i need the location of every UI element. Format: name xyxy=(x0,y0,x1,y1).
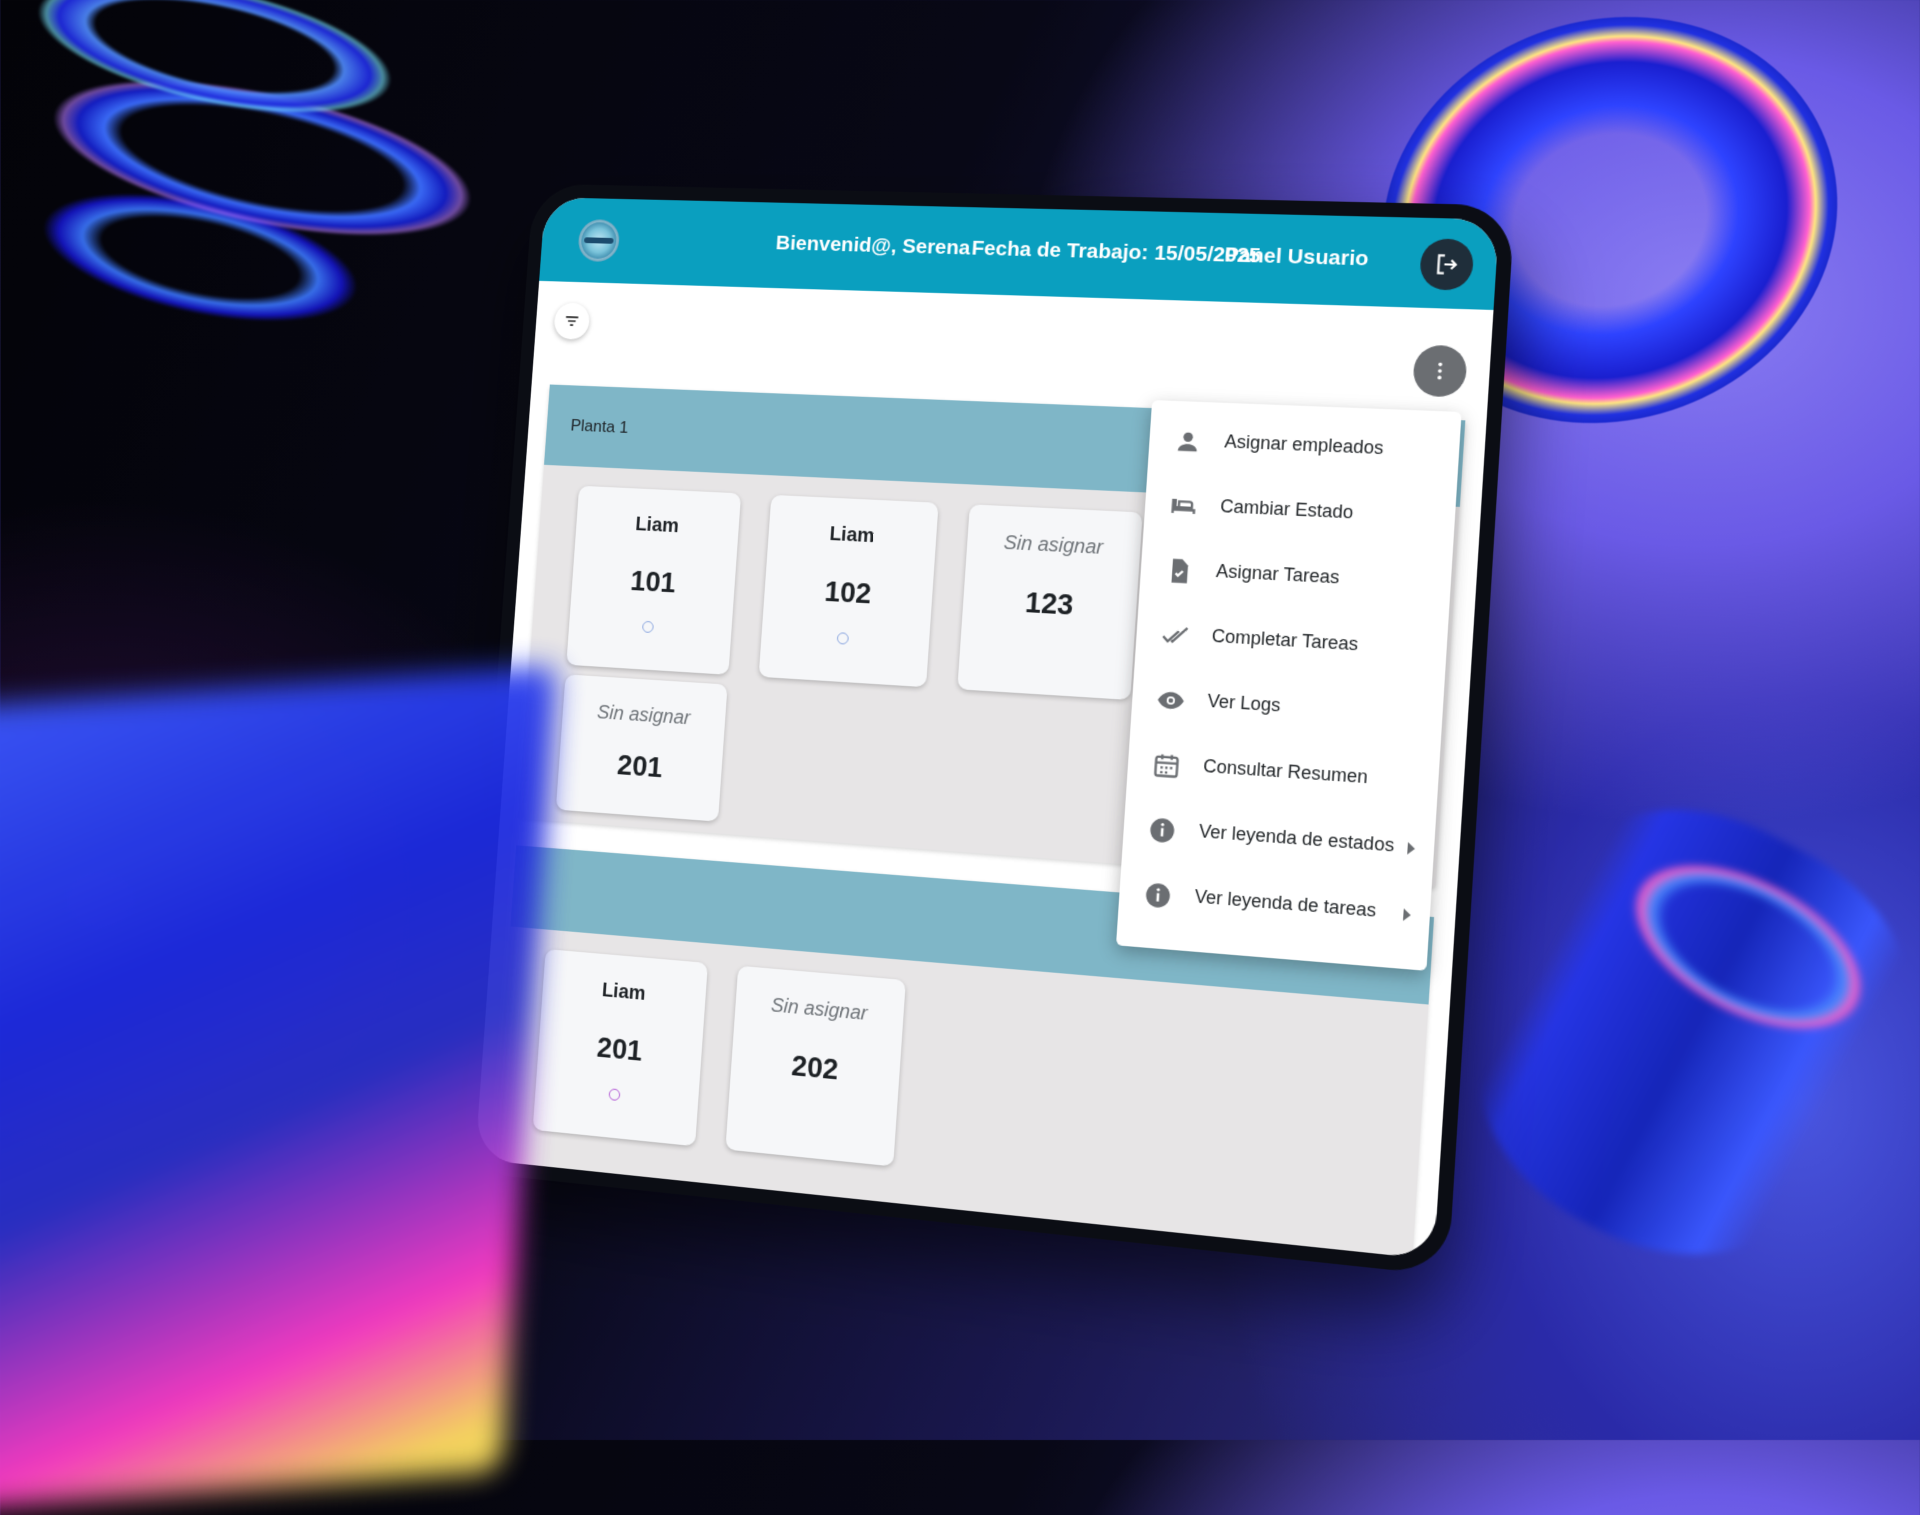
info-icon xyxy=(1147,815,1177,846)
room-number: 123 xyxy=(962,584,1137,627)
room-assignee: Liam xyxy=(768,520,937,551)
filter-icon xyxy=(562,311,582,331)
room-assignee: Sin asignar xyxy=(735,991,904,1029)
more-options-button[interactable] xyxy=(1412,344,1468,397)
room-card[interactable]: Sin asignar 201 xyxy=(556,674,728,821)
work-date: Fecha de Trabajo: 15/05/2025 xyxy=(971,237,1262,269)
options-menu: Asignar empleados Cambiar Estado Asignar… xyxy=(1116,400,1462,971)
bed-icon xyxy=(1169,492,1199,522)
tablet-device: Bienvenid@, Serena Fecha de Trabajo: 15/… xyxy=(461,184,1515,1276)
submenu-arrow-icon xyxy=(1407,842,1415,855)
room-number: 101 xyxy=(571,563,735,604)
task-file-icon xyxy=(1164,556,1194,586)
menu-item-label: Ver leyenda de tareas xyxy=(1194,886,1377,922)
menu-item-label: Consultar Resumen xyxy=(1203,756,1369,789)
room-card[interactable]: Sin asignar 202 xyxy=(725,966,906,1167)
floor-title: Planta 1 xyxy=(570,416,629,438)
app-screen: Bienvenid@, Serena Fecha de Trabajo: 15/… xyxy=(475,197,1499,1259)
menu-item-label: Asignar empleados xyxy=(1224,431,1384,459)
room-number: 201 xyxy=(558,746,722,790)
room-number: 202 xyxy=(730,1045,900,1094)
submenu-arrow-icon xyxy=(1403,908,1411,921)
user-panel-link[interactable]: Panel Usuario xyxy=(1224,243,1370,271)
glass-cube-decoration xyxy=(0,665,557,1515)
menu-item-label: Ver Logs xyxy=(1207,691,1281,717)
filter-button[interactable] xyxy=(553,302,590,339)
welcome-text: Bienvenid@, Serena xyxy=(775,232,971,261)
room-card[interactable]: Sin asignar 123 xyxy=(957,504,1142,700)
menu-item-label: Ver leyenda de estados xyxy=(1198,821,1394,857)
logout-icon xyxy=(1432,251,1461,278)
room-card[interactable]: Liam 201 xyxy=(533,949,708,1146)
info-icon xyxy=(1143,880,1173,911)
status-dot xyxy=(608,1088,620,1101)
more-vertical-icon xyxy=(1428,359,1453,382)
room-number: 102 xyxy=(764,573,934,615)
room-assignee: Sin asignar xyxy=(562,699,726,732)
room-assignee: Liam xyxy=(576,511,740,541)
room-card[interactable]: Liam 101 xyxy=(566,486,741,675)
menu-item-label: Completar Tareas xyxy=(1211,626,1359,656)
room-assignee: Liam xyxy=(542,974,706,1011)
top-header: Bienvenid@, Serena Fecha de Trabajo: 15/… xyxy=(539,197,1499,310)
menu-item-assign-employees[interactable]: Asignar empleados xyxy=(1147,408,1461,484)
eye-icon xyxy=(1156,685,1186,715)
double-check-icon xyxy=(1160,621,1190,651)
menu-item-label: Cambiar Estado xyxy=(1220,496,1354,524)
status-dot xyxy=(642,621,654,633)
status-dot xyxy=(837,632,849,645)
room-number: 201 xyxy=(538,1027,703,1075)
logout-button[interactable] xyxy=(1419,238,1475,291)
person-icon xyxy=(1173,427,1203,456)
app-logo xyxy=(577,219,620,262)
calendar-icon xyxy=(1151,750,1181,780)
room-assignee: Sin asignar xyxy=(967,530,1141,562)
glass-cylinder-decoration xyxy=(1430,761,1920,1310)
menu-item-label: Asignar Tareas xyxy=(1215,561,1340,589)
room-card[interactable]: Liam 102 xyxy=(759,495,939,687)
